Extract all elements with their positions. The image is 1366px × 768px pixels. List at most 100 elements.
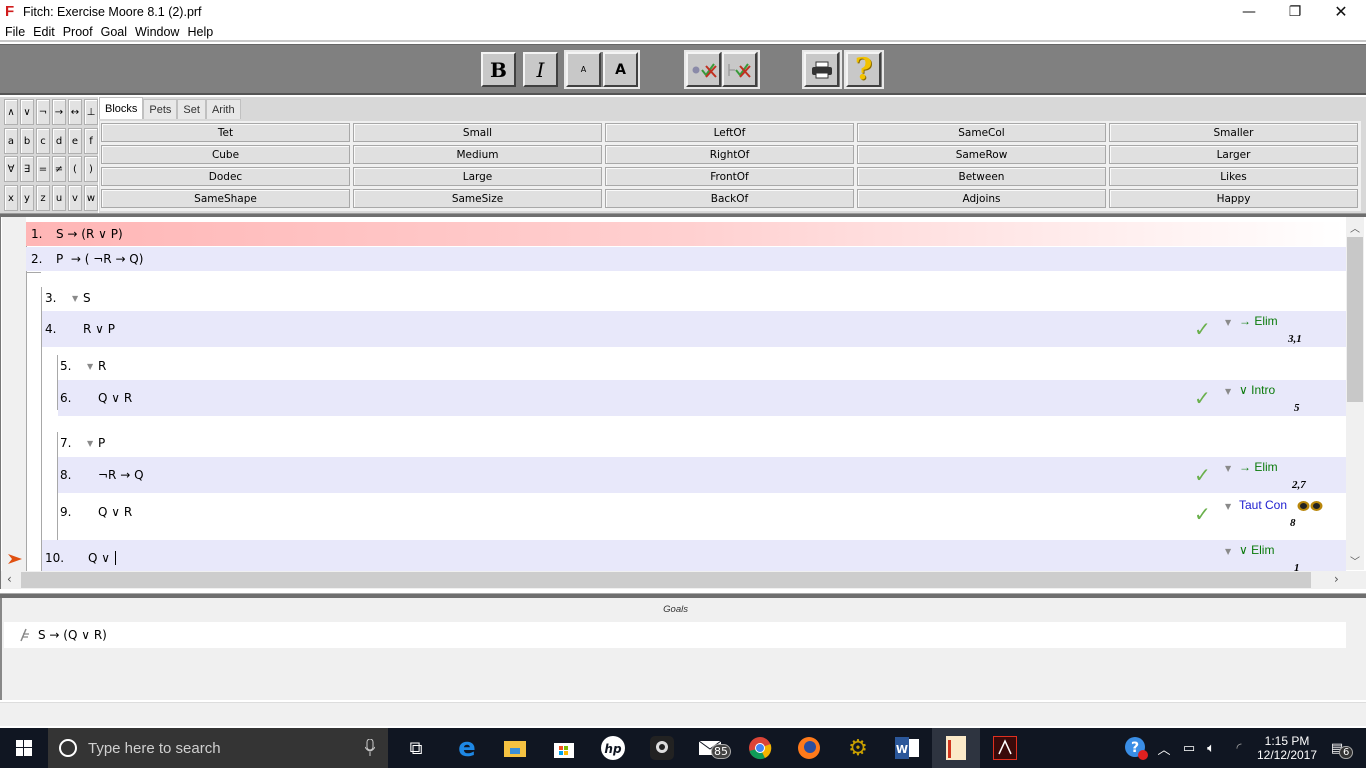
symbol-button[interactable]: ∃ (20, 156, 34, 182)
network-button[interactable]: ◜ (1228, 728, 1250, 768)
symbol-button[interactable]: → (52, 99, 66, 125)
symbol-button[interactable]: b (20, 128, 34, 154)
line-formula[interactable]: R ∨ P (83, 322, 115, 336)
word-button[interactable]: W (883, 728, 931, 768)
rule-menu-triangle-icon[interactable]: ▼ (1225, 464, 1231, 473)
rule-menu-triangle-icon[interactable]: ▼ (1225, 318, 1231, 327)
predicate-button[interactable]: Medium (353, 145, 602, 164)
predicate-button[interactable]: Between (857, 167, 1106, 186)
fitch-button[interactable] (932, 728, 980, 768)
collapse-triangle-icon[interactable]: ▼ (87, 439, 93, 448)
predicate-button[interactable]: Likes (1109, 167, 1358, 186)
help-tray-button[interactable]: ? (1120, 728, 1152, 768)
proof-line-8[interactable]: 8. ¬R → Q ✓ ▼ → Elim 2,7 (58, 457, 1346, 493)
horizontal-scrollbar[interactable]: ‹ › (0, 571, 1366, 589)
larger-font-button[interactable]: A (603, 52, 638, 87)
tab-pets[interactable]: Pets (143, 99, 178, 119)
line-formula[interactable]: Q ∨ R (98, 391, 132, 405)
symbol-button[interactable]: ∧ (4, 99, 18, 125)
hp-button[interactable]: hp (589, 728, 637, 768)
microphone-icon[interactable] (365, 739, 375, 757)
proof-line-6[interactable]: 6. Q ∨ R ✓ ▼ ∨ Intro 5 (58, 380, 1346, 416)
chrome-button[interactable] (736, 728, 784, 768)
rule-menu-triangle-icon[interactable]: ▼ (1225, 502, 1231, 511)
show-hidden-icons-button[interactable]: ︿ (1154, 728, 1174, 768)
line-formula[interactable]: P → ( ¬R → Q) (56, 252, 143, 266)
predicate-button[interactable]: SameRow (857, 145, 1106, 164)
proof-line-2[interactable]: 2. P → ( ¬R → Q) (26, 247, 1346, 271)
line-formula-input[interactable]: Q ∨ (88, 551, 120, 565)
task-view-button[interactable]: ⧉ (392, 728, 440, 768)
action-center-button[interactable]: ▤ 6 (1322, 728, 1354, 768)
line-formula[interactable]: ¬R → Q (98, 468, 144, 482)
check-goal-button[interactable] (722, 52, 757, 87)
proof-line-9[interactable]: 9. Q ∨ R ✓ ▼ Taut Con 8 (58, 494, 1346, 530)
predicate-button[interactable]: BackOf (605, 189, 854, 208)
menu-window[interactable]: Window (135, 25, 179, 39)
symbol-button[interactable]: ∨ (20, 99, 34, 125)
symbol-button[interactable]: v (68, 185, 82, 211)
volume-button[interactable]: 🔈︎ (1200, 728, 1222, 768)
line-formula[interactable]: R (98, 359, 106, 373)
start-button[interactable] (0, 728, 48, 768)
scroll-down-icon[interactable]: ﹀ (1350, 553, 1360, 568)
italic-button[interactable]: I (523, 52, 558, 87)
predicate-button[interactable]: SameCol (857, 123, 1106, 142)
goal-item[interactable]: S → (Q ∨ R) (4, 622, 1346, 648)
proof-line-1[interactable]: 1. S → (R ∨ P) (26, 222, 1346, 246)
symbol-button[interactable]: ) (84, 156, 98, 182)
symbol-button[interactable]: w (84, 185, 98, 211)
close-button[interactable]: ✕ (1318, 0, 1364, 23)
predicate-button[interactable]: Smaller (1109, 123, 1358, 142)
predicate-button[interactable]: RightOf (605, 145, 854, 164)
scroll-up-icon[interactable]: ︿ (1350, 220, 1360, 235)
symbol-button[interactable]: = (36, 156, 50, 182)
predicate-button[interactable]: SameSize (353, 189, 602, 208)
acrobat-button[interactable] (981, 728, 1029, 768)
proof-line-7[interactable]: 7. ▼ P (58, 429, 1346, 457)
predicate-button[interactable]: Small (353, 123, 602, 142)
symbol-button[interactable]: d (52, 128, 66, 154)
menu-file[interactable]: File (5, 25, 25, 39)
proof-line-3[interactable]: 3. ▼ S (42, 283, 1346, 313)
webcam-button[interactable] (638, 728, 686, 768)
symbol-button[interactable]: y (20, 185, 34, 211)
horizontal-scroll-thumb[interactable] (21, 572, 1311, 588)
rule-label[interactable]: Taut Con (1239, 498, 1287, 512)
menu-help[interactable]: Help (187, 25, 213, 39)
symbol-button[interactable]: e (68, 128, 82, 154)
vertical-scrollbar[interactable]: ︿ ﹀ (1346, 217, 1364, 570)
vertical-scroll-thumb[interactable] (1347, 237, 1363, 402)
help-button[interactable]: ? (846, 52, 881, 87)
battery-button[interactable]: ▭ (1178, 728, 1200, 768)
predicate-button[interactable]: LeftOf (605, 123, 854, 142)
line-formula[interactable]: S (83, 291, 91, 305)
bold-button[interactable]: B (481, 52, 516, 87)
symbol-button[interactable]: c (36, 128, 50, 154)
rule-label[interactable]: → Elim (1239, 460, 1278, 474)
line-formula[interactable]: P (98, 436, 105, 450)
line-formula[interactable]: Q ∨ R (98, 505, 132, 519)
predicate-button[interactable]: Larger (1109, 145, 1358, 164)
menu-proof[interactable]: Proof (63, 25, 93, 39)
edge-button[interactable]: e (443, 728, 491, 768)
rule-menu-triangle-icon[interactable]: ▼ (1225, 547, 1231, 556)
predicate-button[interactable]: Large (353, 167, 602, 186)
rule-label[interactable]: ∨ Intro (1239, 383, 1275, 397)
symbol-button[interactable]: ≠ (52, 156, 66, 182)
print-button[interactable] (804, 52, 839, 87)
symbol-button[interactable]: ¬ (36, 99, 50, 125)
rule-label[interactable]: → Elim (1239, 314, 1278, 328)
proof-line-4[interactable]: 4. R ∨ P ✓ ▼ → Elim 3,1 (42, 311, 1346, 347)
symbol-button[interactable]: ∀ (4, 156, 18, 182)
predicate-button[interactable]: Tet (101, 123, 350, 142)
proof-line-5[interactable]: 5. ▼ R (58, 352, 1346, 380)
tab-arith[interactable]: Arith (205, 99, 241, 119)
tab-blocks[interactable]: Blocks (99, 97, 144, 119)
predicate-button[interactable]: FrontOf (605, 167, 854, 186)
tab-set[interactable]: Set (177, 99, 206, 119)
symbol-button[interactable]: ⊥ (84, 99, 98, 125)
symbol-button[interactable]: z (36, 185, 50, 211)
rule-menu-triangle-icon[interactable]: ▼ (1225, 387, 1231, 396)
gear-app-button[interactable]: ⚙ (834, 728, 882, 768)
